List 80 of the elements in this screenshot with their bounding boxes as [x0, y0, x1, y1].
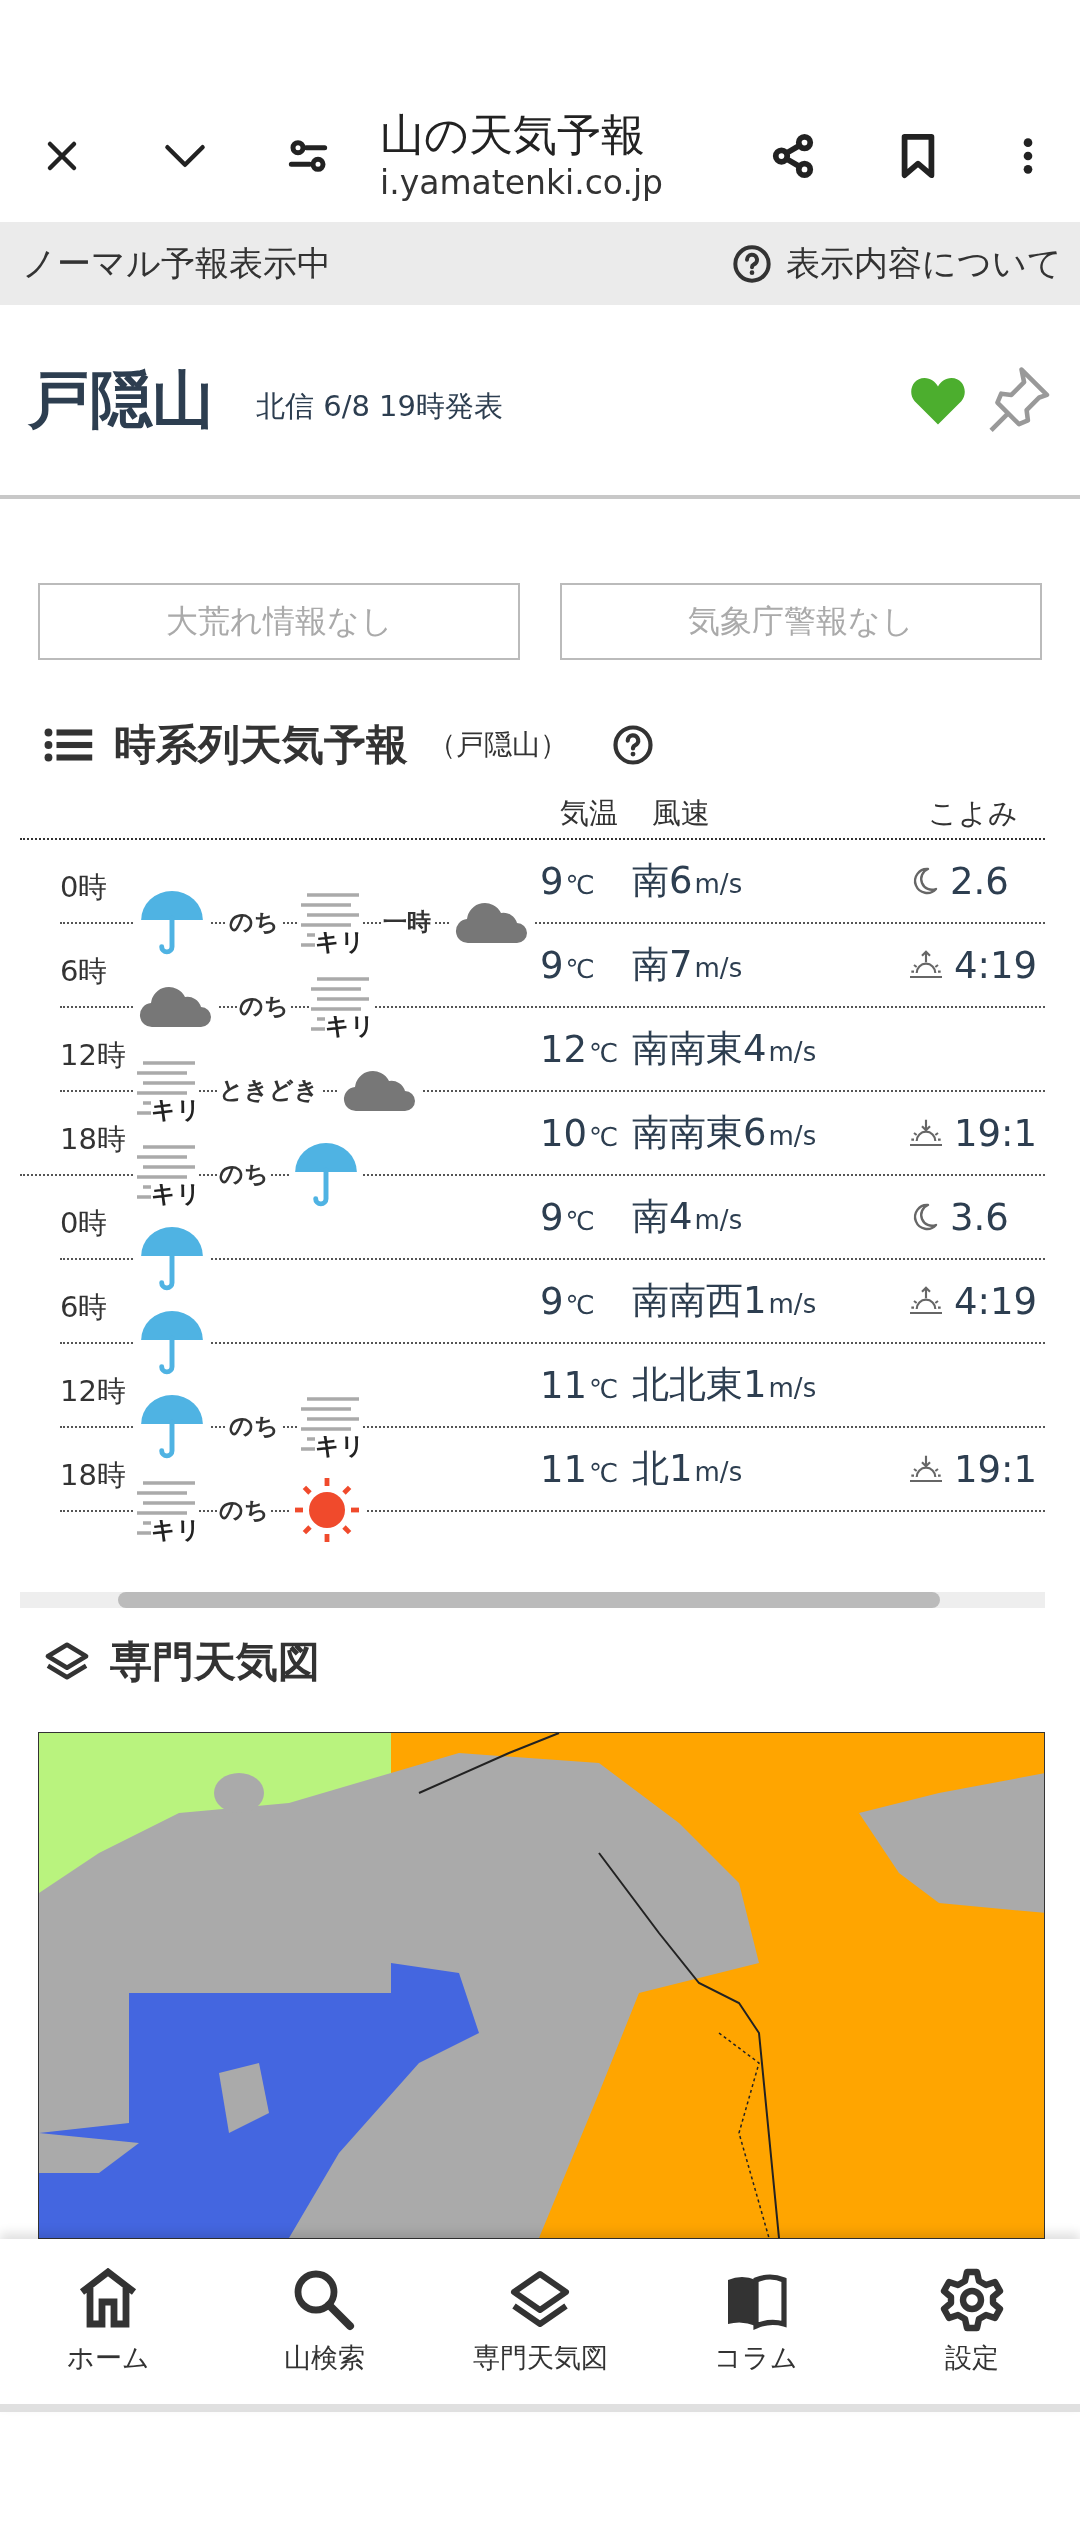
- unit-label: ℃: [565, 1205, 595, 1236]
- scrollbar-thumb[interactable]: [118, 1592, 940, 1608]
- unit-label: ℃: [565, 869, 595, 900]
- column-header: 風速: [652, 795, 711, 832]
- time-label: 6時: [60, 954, 108, 988]
- unit-label: m/s: [694, 1457, 743, 1487]
- share-icon: [770, 133, 816, 179]
- almanac-value: 4:19: [954, 943, 1038, 987]
- almanac-value: 19:1: [954, 1447, 1038, 1491]
- page-title: 山の天気予報: [380, 108, 646, 162]
- column-header: こよみ: [928, 795, 1018, 832]
- help-link[interactable]: 表示内容について: [732, 240, 1062, 287]
- wind-value: 南4: [632, 1194, 693, 1240]
- settings-icon: [940, 2267, 1004, 2332]
- sun-icon: [293, 1476, 361, 1544]
- help-icon[interactable]: [612, 724, 654, 766]
- unit-label: m/s: [768, 1289, 817, 1319]
- list-icon: [44, 727, 94, 763]
- page-url: i.yamatenki.co.jp: [380, 162, 665, 204]
- unit-label: ℃: [589, 1121, 619, 1152]
- temperature-value: 9: [540, 1195, 564, 1239]
- nav-item[interactable]: 山検索: [216, 2239, 432, 2404]
- forecast-mode-label: ノーマル予報表示中: [22, 241, 331, 285]
- alert-status: 大荒れ情報なし: [38, 583, 520, 660]
- time-label: 12時: [60, 1038, 126, 1072]
- almanac-value: 19:1: [954, 1111, 1038, 1155]
- section-title: 専門天気図: [110, 1636, 320, 1688]
- nav-item[interactable]: 設定: [864, 2239, 1080, 2404]
- more-icon: [1022, 136, 1034, 176]
- unit-label: m/s: [694, 953, 743, 983]
- sunrise-icon: [908, 1285, 944, 1317]
- time-label: 6時: [60, 1290, 108, 1324]
- section-title: 時系列天気予報: [114, 719, 408, 771]
- time-label: 0時: [60, 1206, 108, 1240]
- wind-value: 北1: [632, 1446, 693, 1492]
- bookmark-icon: [900, 133, 936, 179]
- unit-label: m/s: [768, 1121, 817, 1151]
- nav-item[interactable]: コラム: [648, 2239, 864, 2404]
- unit-label: ℃: [565, 953, 595, 984]
- column-header: 気温: [560, 795, 619, 832]
- nav-item[interactable]: 専門天気図: [432, 2239, 648, 2404]
- time-label: 18時: [60, 1458, 126, 1492]
- temperature-value: 11: [540, 1363, 588, 1407]
- wind-value: 南南東4: [632, 1026, 767, 1072]
- temperature-value: 9: [540, 943, 564, 987]
- chevron-down-icon: [163, 142, 207, 170]
- alert-status: 気象庁警報なし: [560, 583, 1042, 660]
- time-label: 12時: [60, 1374, 126, 1408]
- temperature-value: 11: [540, 1447, 588, 1491]
- unit-label: m/s: [768, 1373, 817, 1403]
- sunset-icon: [908, 1453, 944, 1485]
- unit-label: m/s: [694, 869, 743, 899]
- unit-label: m/s: [768, 1037, 817, 1067]
- wind-value: 南南西1: [632, 1278, 767, 1324]
- unit-label: ℃: [565, 1289, 595, 1320]
- wind-value: 南南東6: [632, 1110, 767, 1156]
- temperature-value: 10: [540, 1111, 588, 1155]
- time-label: 18時: [60, 1122, 126, 1156]
- sliders-icon: [288, 139, 328, 173]
- sunset-icon: [908, 1117, 944, 1149]
- almanac-value: 3.6: [950, 1195, 1009, 1239]
- wind-value: 南7: [632, 942, 693, 988]
- sunrise-icon: [908, 949, 944, 981]
- temperature-value: 9: [540, 1279, 564, 1323]
- mountain-name: 戸隠山: [28, 362, 214, 438]
- issued-time: 北信 6/8 19時発表: [256, 388, 503, 425]
- help-icon: [732, 243, 772, 284]
- wind-value: 南6: [632, 858, 693, 904]
- almanac-value: 2.6: [950, 859, 1009, 903]
- nav-item[interactable]: ホーム: [0, 2239, 216, 2404]
- section-subtitle: （戸隠山）: [428, 727, 568, 763]
- unit-label: ℃: [589, 1037, 619, 1068]
- temperature-value: 9: [540, 859, 564, 903]
- wind-value: 北北東1: [632, 1362, 767, 1408]
- unit-label: m/s: [694, 1205, 743, 1235]
- almanac-value: 4:19: [954, 1279, 1038, 1323]
- unit-label: ℃: [589, 1373, 619, 1404]
- unit-label: ℃: [589, 1457, 619, 1488]
- time-label: 0時: [60, 870, 108, 904]
- temperature-value: 12: [540, 1027, 588, 1071]
